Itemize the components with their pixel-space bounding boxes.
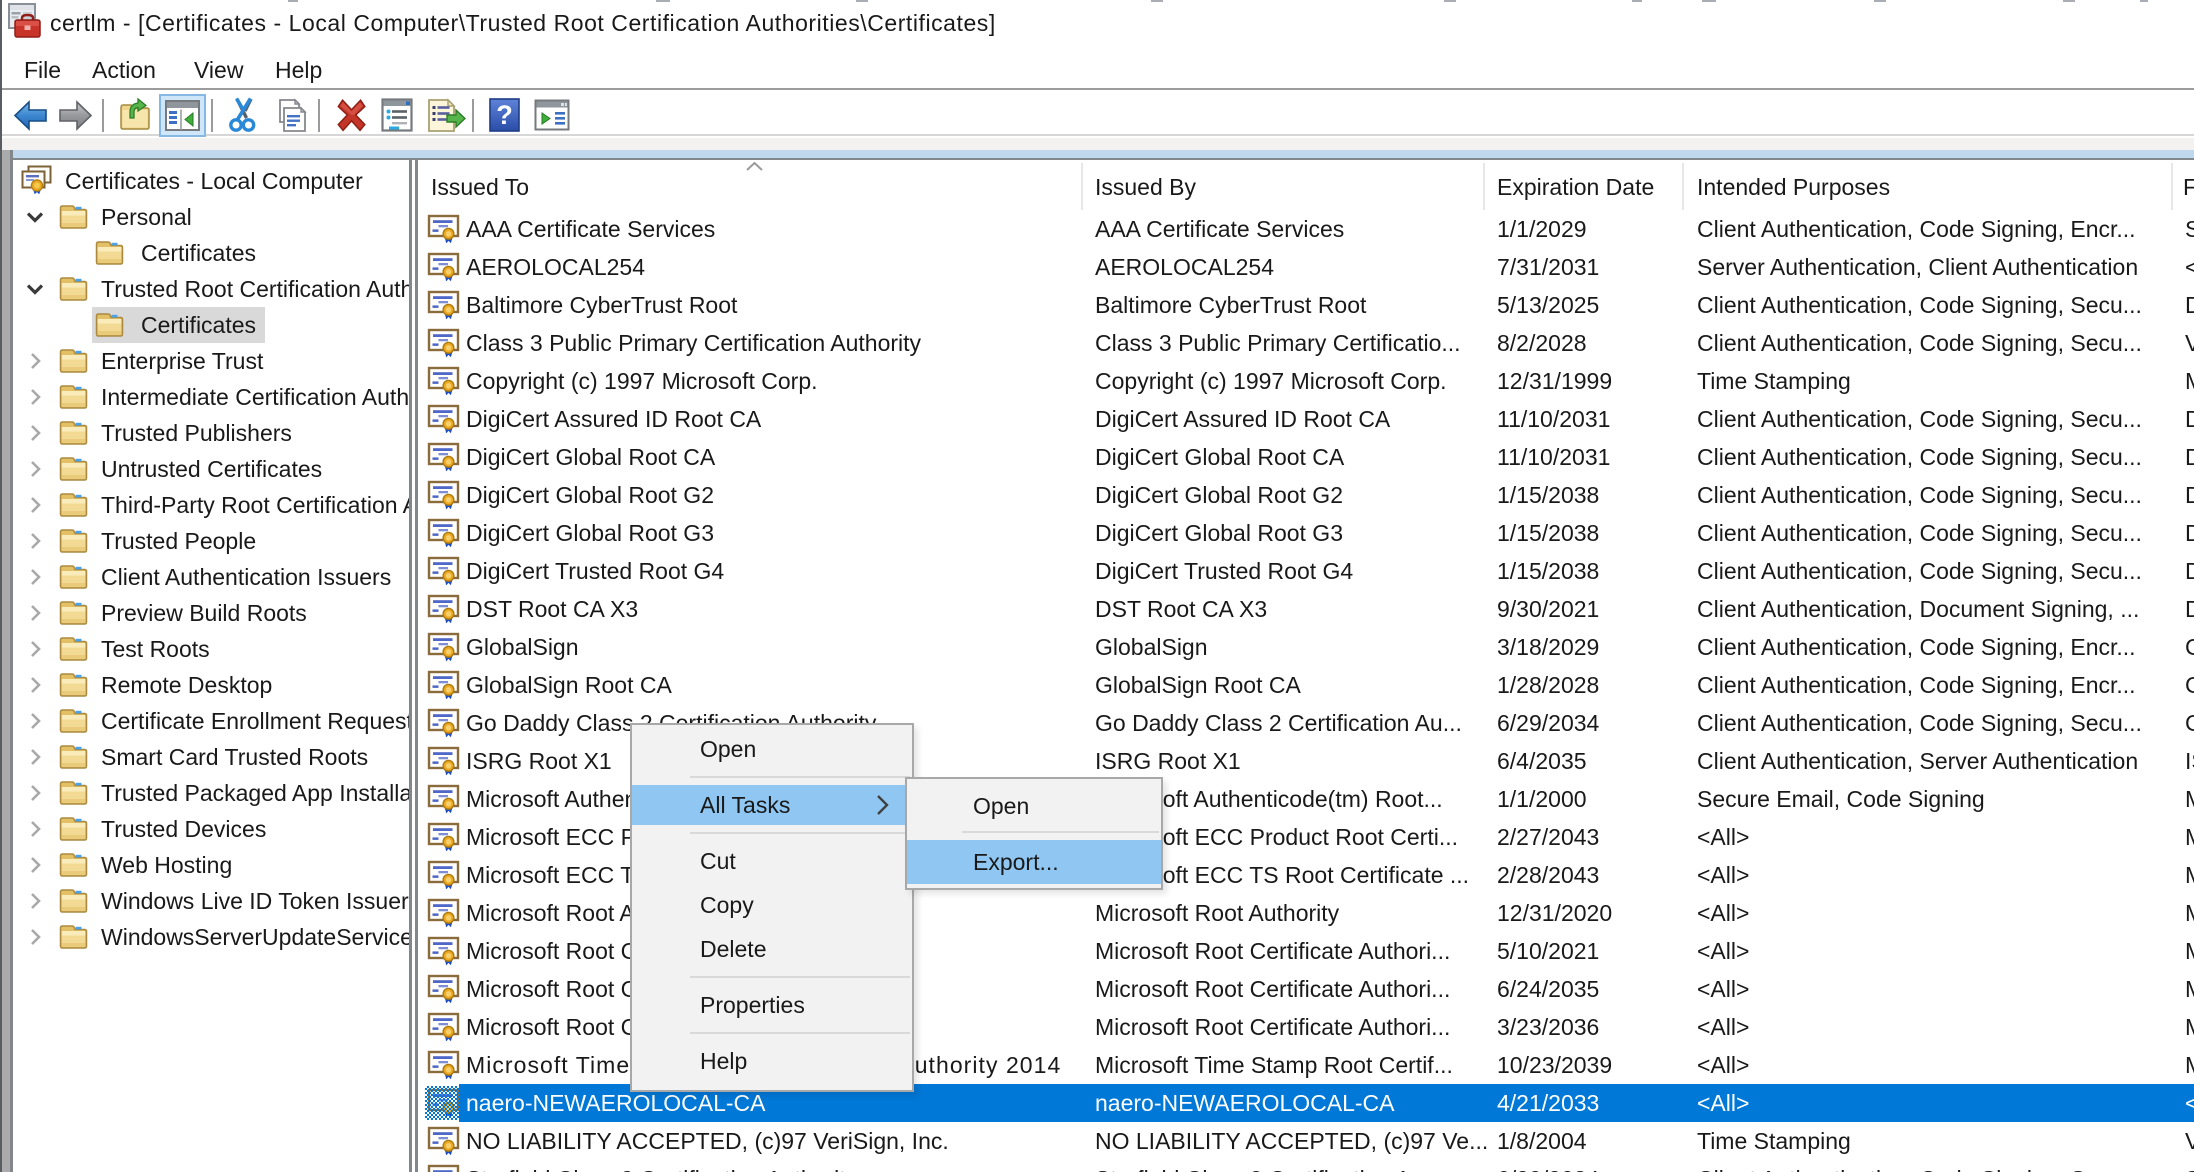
svg-text:?: ? <box>496 100 513 130</box>
